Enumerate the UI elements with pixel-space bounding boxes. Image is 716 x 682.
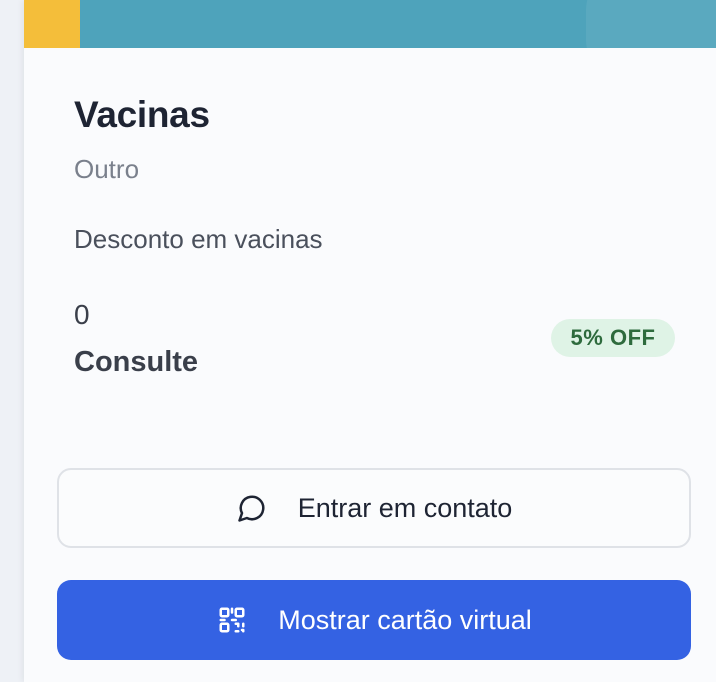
card-category: Outro xyxy=(74,154,140,184)
banner-accent-stripe xyxy=(24,0,80,48)
card-title: Vacinas xyxy=(74,94,210,135)
banner-decoration xyxy=(586,0,716,48)
chat-bubble-icon xyxy=(236,492,268,524)
page-background xyxy=(0,0,24,682)
contact-button-label: Entrar em contato xyxy=(297,492,513,523)
card-description: Desconto em vacinas xyxy=(74,224,323,254)
show-virtual-card-label: Mostrar cartão virtual xyxy=(278,604,532,635)
show-virtual-card-button[interactable]: Mostrar cartão virtual xyxy=(57,580,691,660)
card-banner xyxy=(24,0,716,48)
price-value: 0 xyxy=(74,299,90,330)
qr-code-icon xyxy=(216,604,248,636)
contact-button[interactable]: Entrar em contato xyxy=(57,468,691,548)
benefit-card: Vacinas Outro Desconto em vacinas 0 Cons… xyxy=(24,0,716,682)
price-label: Consulte xyxy=(74,346,199,378)
discount-badge: 5% OFF xyxy=(551,319,675,357)
